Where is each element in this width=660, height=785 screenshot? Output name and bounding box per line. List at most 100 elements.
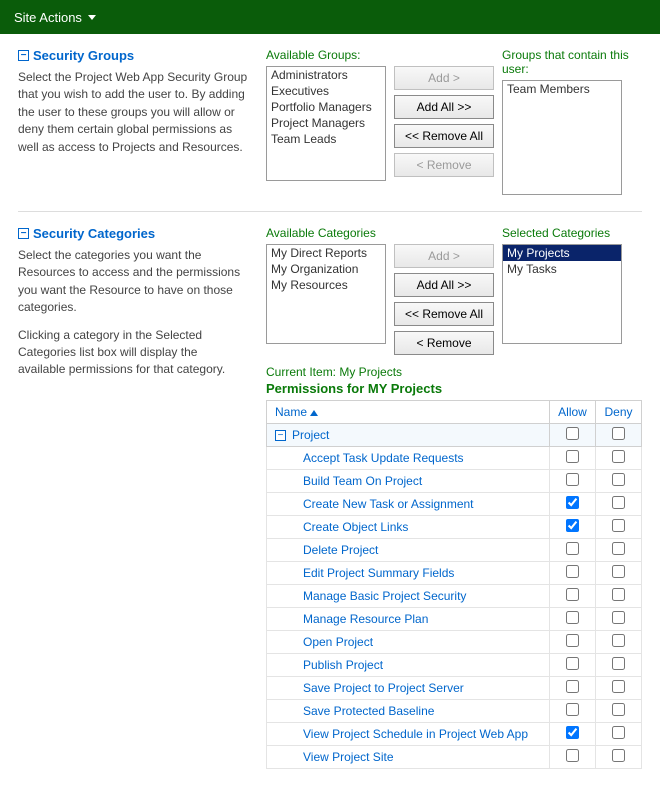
- permission-name: Create Object Links: [267, 516, 550, 539]
- allow-checkbox-group[interactable]: [566, 427, 579, 440]
- allow-checkbox[interactable]: [566, 450, 579, 463]
- deny-checkbox[interactable]: [612, 450, 625, 463]
- contain-groups-label: Groups that contain this user:: [502, 48, 642, 76]
- permissions-row: View Project Schedule in Project Web App: [267, 723, 642, 746]
- section-right: Available Groups: AdministratorsExecutiv…: [266, 48, 642, 195]
- allow-checkbox[interactable]: [566, 611, 579, 624]
- list-item[interactable]: Team Members: [503, 81, 621, 97]
- minus-icon: −: [18, 50, 29, 61]
- available-categories-label: Available Categories: [266, 226, 386, 240]
- permissions-group-row[interactable]: −Project: [267, 424, 642, 447]
- allow-checkbox[interactable]: [566, 634, 579, 647]
- allow-checkbox[interactable]: [566, 680, 579, 693]
- permissions-row: Save Protected Baseline: [267, 700, 642, 723]
- allow-checkbox[interactable]: [566, 496, 579, 509]
- list-item[interactable]: My Tasks: [503, 261, 621, 277]
- current-item-label: Current Item: My Projects: [266, 365, 642, 379]
- list-item[interactable]: My Organization: [267, 261, 385, 277]
- add-button[interactable]: Add >: [394, 66, 494, 90]
- permissions-row: View Project Site: [267, 746, 642, 769]
- minus-icon: −: [275, 430, 286, 441]
- permissions-row: Open Project: [267, 631, 642, 654]
- site-actions-label: Site Actions: [14, 10, 82, 25]
- remove-all-button[interactable]: << Remove All: [394, 124, 494, 148]
- permission-name: View Project Schedule in Project Web App: [267, 723, 550, 746]
- section-right: Available Categories My Direct ReportsMy…: [266, 226, 642, 769]
- page-content: − Security Groups Select the Project Web…: [0, 34, 660, 785]
- permissions-row: Manage Resource Plan: [267, 608, 642, 631]
- deny-checkbox[interactable]: [612, 634, 625, 647]
- list-item[interactable]: My Projects: [503, 245, 621, 261]
- section-left: − Security Groups Select the Project Web…: [18, 48, 248, 195]
- deny-checkbox[interactable]: [612, 657, 625, 670]
- permission-name: View Project Site: [267, 746, 550, 769]
- permission-name: Create New Task or Assignment: [267, 493, 550, 516]
- permissions-row: Publish Project: [267, 654, 642, 677]
- contain-groups-listbox[interactable]: Team Members: [502, 80, 622, 195]
- available-groups-listbox[interactable]: AdministratorsExecutivesPortfolio Manage…: [266, 66, 386, 181]
- section-title-text: Security Categories: [33, 226, 155, 241]
- remove-button[interactable]: < Remove: [394, 331, 494, 355]
- deny-checkbox[interactable]: [612, 680, 625, 693]
- list-item[interactable]: Executives: [267, 83, 385, 99]
- deny-checkbox[interactable]: [612, 519, 625, 532]
- allow-checkbox[interactable]: [566, 565, 579, 578]
- section-title[interactable]: − Security Categories: [18, 226, 248, 241]
- available-categories-listbox[interactable]: My Direct ReportsMy OrganizationMy Resou…: [266, 244, 386, 344]
- allow-checkbox[interactable]: [566, 726, 579, 739]
- section-security-groups: − Security Groups Select the Project Web…: [18, 48, 642, 211]
- section-title-text: Security Groups: [33, 48, 134, 63]
- permission-name: Manage Basic Project Security: [267, 585, 550, 608]
- permissions-row: Create Object Links: [267, 516, 642, 539]
- permission-name: Accept Task Update Requests: [267, 447, 550, 470]
- list-item[interactable]: Portfolio Managers: [267, 99, 385, 115]
- site-actions-menu[interactable]: Site Actions: [14, 10, 96, 25]
- allow-checkbox[interactable]: [566, 519, 579, 532]
- col-name[interactable]: Name: [267, 401, 550, 424]
- sort-asc-icon: [310, 410, 318, 416]
- section-left: − Security Categories Select the categor…: [18, 226, 248, 769]
- allow-checkbox[interactable]: [566, 657, 579, 670]
- permissions-row: Edit Project Summary Fields: [267, 562, 642, 585]
- add-all-button[interactable]: Add All >>: [394, 273, 494, 297]
- list-item[interactable]: My Direct Reports: [267, 245, 385, 261]
- list-item[interactable]: My Resources: [267, 277, 385, 293]
- deny-checkbox[interactable]: [612, 611, 625, 624]
- selected-categories-listbox[interactable]: My ProjectsMy Tasks: [502, 244, 622, 344]
- allow-checkbox[interactable]: [566, 542, 579, 555]
- section-title[interactable]: − Security Groups: [18, 48, 248, 63]
- allow-checkbox[interactable]: [566, 703, 579, 716]
- col-allow[interactable]: Allow: [550, 401, 596, 424]
- permissions-row: Build Team On Project: [267, 470, 642, 493]
- deny-checkbox[interactable]: [612, 703, 625, 716]
- permissions-row: Manage Basic Project Security: [267, 585, 642, 608]
- add-button[interactable]: Add >: [394, 244, 494, 268]
- allow-checkbox[interactable]: [566, 749, 579, 762]
- ribbon-bar: Site Actions: [0, 0, 660, 34]
- permission-name: Open Project: [267, 631, 550, 654]
- deny-checkbox[interactable]: [612, 473, 625, 486]
- list-item[interactable]: Team Leads: [267, 131, 385, 147]
- deny-checkbox[interactable]: [612, 749, 625, 762]
- permissions-row: Save Project to Project Server: [267, 677, 642, 700]
- permissions-row: Accept Task Update Requests: [267, 447, 642, 470]
- allow-checkbox[interactable]: [566, 473, 579, 486]
- group-name: Project: [292, 428, 329, 442]
- minus-icon: −: [18, 228, 29, 239]
- deny-checkbox[interactable]: [612, 496, 625, 509]
- remove-button[interactable]: < Remove: [394, 153, 494, 177]
- deny-checkbox[interactable]: [612, 588, 625, 601]
- deny-checkbox-group[interactable]: [612, 427, 625, 440]
- deny-checkbox[interactable]: [612, 565, 625, 578]
- remove-all-button[interactable]: << Remove All: [394, 302, 494, 326]
- permission-name: Publish Project: [267, 654, 550, 677]
- deny-checkbox[interactable]: [612, 726, 625, 739]
- add-all-button[interactable]: Add All >>: [394, 95, 494, 119]
- permissions-table: Name Allow Deny −ProjectAccept Task Upda…: [266, 400, 642, 769]
- allow-checkbox[interactable]: [566, 588, 579, 601]
- permission-name: Edit Project Summary Fields: [267, 562, 550, 585]
- deny-checkbox[interactable]: [612, 542, 625, 555]
- list-item[interactable]: Project Managers: [267, 115, 385, 131]
- col-deny[interactable]: Deny: [596, 401, 642, 424]
- list-item[interactable]: Administrators: [267, 67, 385, 83]
